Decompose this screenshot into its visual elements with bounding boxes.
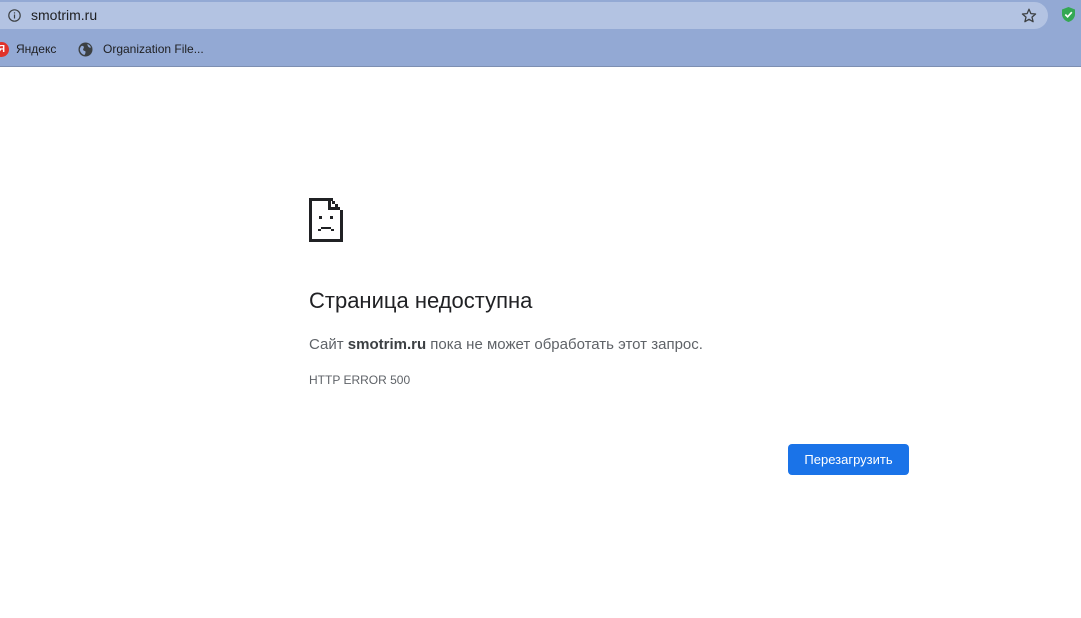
message-prefix: Сайт [309, 336, 348, 353]
url-text[interactable]: smotrim.ru [31, 7, 97, 24]
sad-page-icon [309, 198, 343, 242]
reload-button[interactable]: Перезагрузить [788, 444, 909, 475]
message-suffix: пока не может обработать этот запрос. [426, 336, 703, 353]
yandex-logo-icon: Я [0, 41, 9, 57]
address-bar[interactable]: smotrim.ru [0, 2, 1048, 29]
bookmark-yandex[interactable]: Я Яндекс [0, 40, 56, 58]
error-message: Сайт smotrim.ru пока не может обработать… [309, 336, 703, 353]
page-title: Страница недоступна [309, 288, 533, 313]
globe-icon [78, 42, 93, 56]
extension-shield-icon[interactable] [1060, 6, 1077, 23]
site-name: smotrim.ru [347, 336, 427, 353]
error-code: HTTP ERROR 500 [309, 373, 411, 387]
bookmark-organization-file[interactable]: Organization File... [78, 40, 204, 58]
bookmarks-bar: Я Яндекс Organization File... [0, 36, 1081, 62]
bookmark-star-icon[interactable] [1020, 7, 1038, 25]
bookmark-label: Яндекс [16, 42, 57, 56]
bookmark-label: Organization File... [103, 42, 204, 56]
browser-toolbar: smotrim.ru Я Яндекс Organization File... [0, 0, 1081, 67]
info-icon[interactable] [8, 9, 21, 22]
